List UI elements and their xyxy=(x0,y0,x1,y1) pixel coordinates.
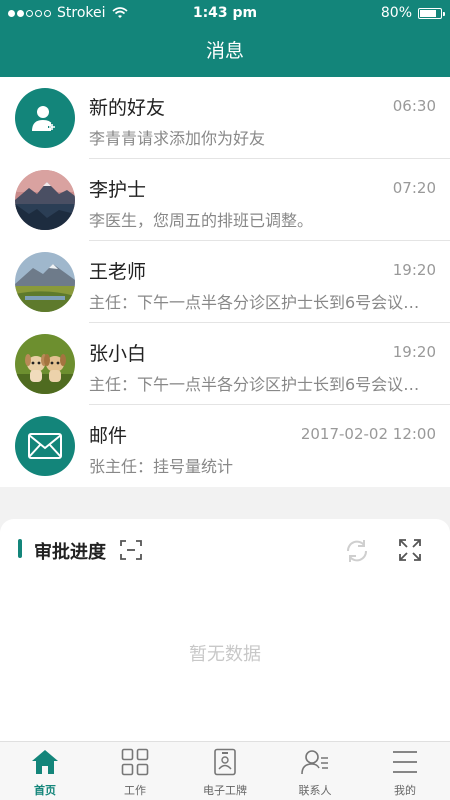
message-item-nurse-li[interactable]: 李护士 07:20 李医生，您周五的排班已调整。 xyxy=(0,159,450,241)
tab-work[interactable]: 工作 xyxy=(90,742,180,800)
mountain-meadow-photo xyxy=(15,252,75,312)
add-user-icon xyxy=(15,88,75,148)
tab-label: 我的 xyxy=(394,784,416,797)
message-item-zhang-xiaobai[interactable]: 张小白 19:20 主任：下午一点半各分诊区护士长到6号会议室开会 xyxy=(0,323,450,405)
message-preview: 张主任：挂号量统计 xyxy=(89,457,234,476)
message-item-mail[interactable]: 邮件 2017-02-02 12:00 张主任：挂号量统计 xyxy=(0,405,450,487)
tab-home[interactable]: 首页 xyxy=(0,742,90,800)
section-accent-bar xyxy=(18,539,22,558)
message-time: 2017-02-02 12:00 xyxy=(300,425,436,443)
expand-icon[interactable] xyxy=(398,538,422,566)
battery-info: 80% xyxy=(380,5,445,21)
puppies-photo xyxy=(15,334,75,394)
scan-icon[interactable] xyxy=(120,539,142,565)
bottom-tab-bar: 首页 工作 电子工牌 联系人 我的 xyxy=(0,741,450,800)
message-time: 07:20 xyxy=(392,179,436,197)
lake-mountain-photo xyxy=(15,170,75,230)
message-item-new-friends[interactable]: 新的好友 06:30 李青青请求添加你为好友 xyxy=(0,77,450,159)
message-time: 06:30 xyxy=(392,97,436,115)
message-preview: 李青青请求添加你为好友 xyxy=(89,129,266,148)
message-preview: 主任：下午一点半各分诊区护士长到6号会议室开会 xyxy=(89,375,429,394)
tab-badge[interactable]: 电子工牌 xyxy=(180,742,270,800)
page-title: 消息 xyxy=(205,40,244,62)
status-bar: Strokei 1:43 pm 80% xyxy=(0,0,450,26)
tab-contacts[interactable]: 联系人 xyxy=(270,742,360,800)
grid-icon xyxy=(121,748,149,776)
menu-icon xyxy=(393,751,417,773)
battery-icon xyxy=(418,7,445,19)
refresh-icon[interactable] xyxy=(344,538,370,568)
message-preview: 李医生，您周五的排班已调整。 xyxy=(89,211,314,230)
contacts-icon xyxy=(301,750,328,775)
battery-percent: 80% xyxy=(380,5,412,21)
message-time: 19:20 xyxy=(392,261,436,279)
badge-icon xyxy=(214,748,236,776)
tab-label: 电子工牌 xyxy=(203,784,247,797)
message-sender: 李护士 xyxy=(89,179,147,201)
home-icon xyxy=(32,750,58,774)
top-bar: Strokei 1:43 pm 80% 消息 xyxy=(0,0,450,77)
mail-icon xyxy=(15,416,75,476)
message-sender: 张小白 xyxy=(89,343,147,365)
tab-label: 工作 xyxy=(124,784,146,797)
message-sender: 新的好友 xyxy=(89,97,166,119)
message-time: 19:20 xyxy=(392,343,436,361)
approval-title: 审批进度 xyxy=(34,542,106,563)
tab-mine[interactable]: 我的 xyxy=(360,742,450,800)
empty-state-text: 暂无数据 xyxy=(189,644,261,665)
tab-label: 联系人 xyxy=(298,784,332,797)
tab-label: 首页 xyxy=(34,784,56,797)
message-preview: 主任：下午一点半各分诊区护士长到6号会议室开会 xyxy=(89,293,429,312)
message-list: 新的好友 06:30 李青青请求添加你为好友 李护士 07:20 李医生，您周五… xyxy=(0,77,450,487)
message-item-teacher-wang[interactable]: 王老师 19:20 主任：下午一点半各分诊区护士长到6号会议室开会 xyxy=(0,241,450,323)
message-sender: 邮件 xyxy=(89,425,128,447)
approval-card: 审批进度 暂无数据 xyxy=(0,519,450,741)
message-sender: 王老师 xyxy=(89,261,147,283)
